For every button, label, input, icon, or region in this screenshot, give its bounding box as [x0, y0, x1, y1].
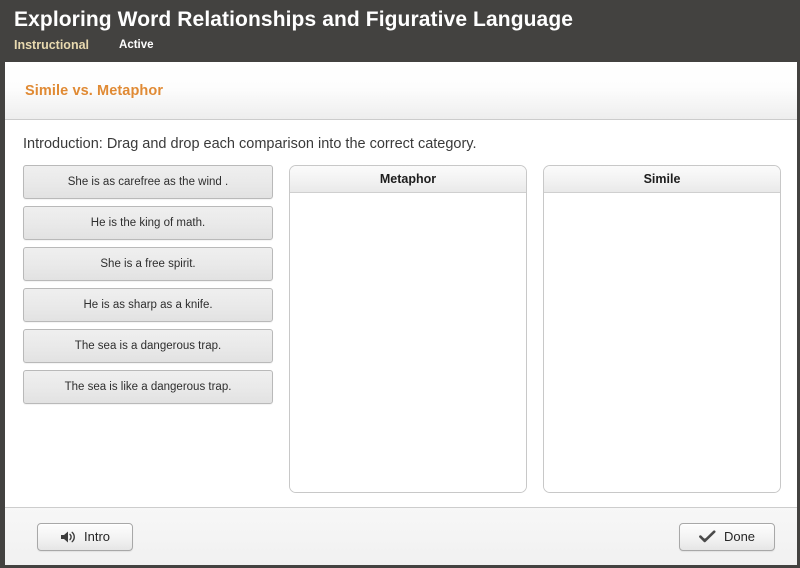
activity-body: Introduction: Drag and drop each compari…: [5, 120, 797, 507]
lesson-type-label: Instructional: [14, 38, 90, 52]
content-frame: Simile vs. Metaphor Introduction: Drag a…: [0, 62, 800, 568]
drop-zone-column-metaphor: Metaphor: [289, 165, 527, 507]
activity-window: Exploring Word Relationships and Figurat…: [0, 0, 800, 568]
check-icon: [699, 529, 716, 544]
footer-toolbar: Intro Done: [5, 507, 797, 565]
instruction-text: Introduction: Drag and drop each compari…: [23, 136, 477, 152]
drop-zone-column-simile: Simile: [543, 165, 781, 507]
done-button-label: Done: [723, 529, 756, 544]
app-header: Exploring Word Relationships and Figurat…: [0, 0, 800, 62]
page-title: Exploring Word Relationships and Figurat…: [14, 8, 574, 31]
section-title: Simile vs. Metaphor: [25, 82, 164, 99]
draggable-item[interactable]: She is as carefree as the wind .: [23, 165, 273, 199]
drop-zone-metaphor[interactable]: Metaphor: [289, 165, 527, 493]
speaker-icon: [60, 530, 76, 544]
draggable-item[interactable]: The sea is like a dangerous trap.: [23, 370, 273, 404]
header-meta: Instructional Active: [14, 37, 800, 53]
drop-zone-title: Metaphor: [290, 166, 526, 193]
drop-zone-body[interactable]: [290, 193, 526, 492]
activity-columns: She is as carefree as the wind . He is t…: [23, 165, 781, 507]
draggable-items-list: She is as carefree as the wind . He is t…: [23, 165, 273, 507]
drop-zone-body[interactable]: [544, 193, 780, 492]
intro-button[interactable]: Intro: [37, 522, 133, 551]
section-title-bar: Simile vs. Metaphor: [5, 62, 797, 120]
lesson-state-label: Active: [119, 39, 154, 51]
done-button[interactable]: Done: [679, 522, 775, 551]
intro-button-label: Intro: [83, 529, 110, 544]
draggable-item[interactable]: He is the king of math.: [23, 206, 273, 240]
drop-zone-simile[interactable]: Simile: [543, 165, 781, 493]
drop-zone-title: Simile: [544, 166, 780, 193]
draggable-item[interactable]: The sea is a dangerous trap.: [23, 329, 273, 363]
draggable-item[interactable]: She is a free spirit.: [23, 247, 273, 281]
draggable-item[interactable]: He is as sharp as a knife.: [23, 288, 273, 322]
